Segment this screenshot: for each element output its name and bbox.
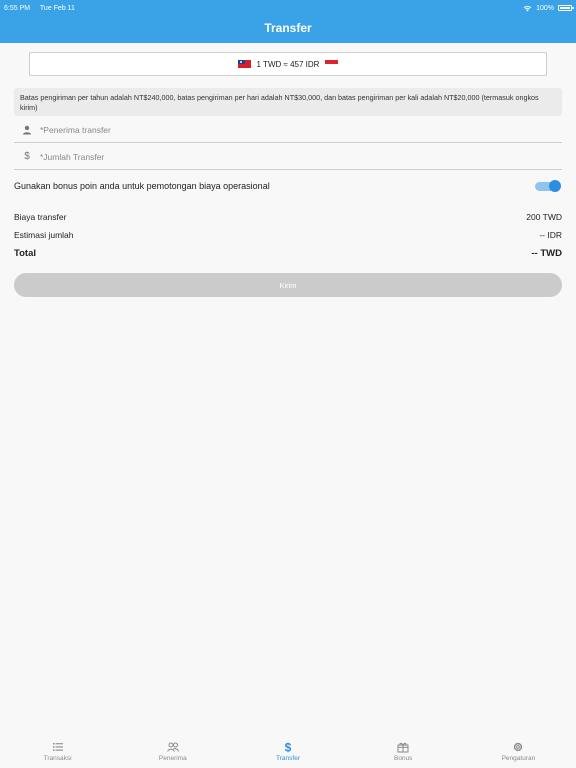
- indonesia-flag-icon: [325, 60, 339, 68]
- status-date: Tue Feb 11: [39, 4, 75, 12]
- battery-percent: 100%: [536, 4, 554, 12]
- amount-input[interactable]: [40, 151, 520, 162]
- amount-field[interactable]: $: [14, 144, 562, 170]
- total-row: Total -- TWD: [14, 248, 562, 259]
- estimate-label: Estimasi jumlah: [14, 230, 74, 240]
- status-time: 6:55 PM: [4, 4, 31, 12]
- status-bar: 6:55 PM Tue Feb 11 100%: [4, 3, 574, 13]
- battery-icon: [558, 5, 574, 11]
- tab-penerima[interactable]: Penerima: [115, 735, 230, 768]
- send-button[interactable]: Kirim: [14, 273, 562, 297]
- fee-label: Biaya transfer: [14, 212, 67, 222]
- tab-transfer[interactable]: $ Transfer: [230, 735, 345, 768]
- svg-text:$: $: [285, 741, 292, 753]
- dollar-icon: $: [24, 151, 30, 162]
- total-label: Total: [14, 248, 36, 259]
- estimate-value: -- IDR: [539, 230, 562, 240]
- limit-notice: Batas pengiriman per tahun adalah NT$240…: [14, 88, 562, 116]
- tab-label: Penerima: [158, 755, 187, 762]
- people-icon: [167, 742, 179, 752]
- bonus-row: Gunakan bonus poin anda untuk pemotongan…: [14, 179, 562, 193]
- bonus-label: Gunakan bonus poin anda untuk pemotongan…: [14, 181, 270, 191]
- page-title: Transfer: [264, 21, 312, 35]
- person-icon: [14, 125, 40, 135]
- gift-icon: [397, 742, 409, 753]
- total-value: -- TWD: [531, 248, 562, 259]
- tab-pengaturan[interactable]: Pengaturan: [461, 735, 576, 768]
- bonus-toggle[interactable]: [535, 179, 561, 192]
- status-left: 6:55 PM Tue Feb 11: [4, 5, 83, 12]
- recipient-field[interactable]: [14, 117, 562, 143]
- tab-label: Transaksi: [43, 755, 72, 762]
- estimate-row: Estimasi jumlah -- IDR: [14, 230, 562, 240]
- tab-transaksi[interactable]: Transaksi: [0, 735, 115, 768]
- taiwan-flag-icon: [237, 60, 251, 68]
- fee-value: 200 TWD: [526, 212, 562, 222]
- tab-label: Bonus: [393, 755, 413, 762]
- wifi-icon: [523, 5, 532, 11]
- tab-bar: Transaksi Penerima $ Transfer Bonus Peng…: [0, 735, 576, 768]
- tab-label: Transfer: [276, 755, 300, 762]
- exchange-rate-text: 1 TWD ≈ 457 IDR: [256, 59, 320, 69]
- fee-row: Biaya transfer 200 TWD: [14, 212, 562, 222]
- gear-icon: [514, 742, 523, 752]
- status-right: 100%: [523, 4, 574, 12]
- dollar-icon: $: [285, 741, 292, 753]
- tab-bonus[interactable]: Bonus: [346, 735, 461, 768]
- tab-label: Pengaturan: [501, 755, 536, 762]
- list-icon: [52, 743, 63, 751]
- nav-header: 6:55 PM Tue Feb 11 100% Transfer: [0, 0, 576, 43]
- recipient-input[interactable]: [40, 124, 520, 135]
- exchange-rate-selector[interactable]: 1 TWD ≈ 457 IDR: [29, 52, 547, 76]
